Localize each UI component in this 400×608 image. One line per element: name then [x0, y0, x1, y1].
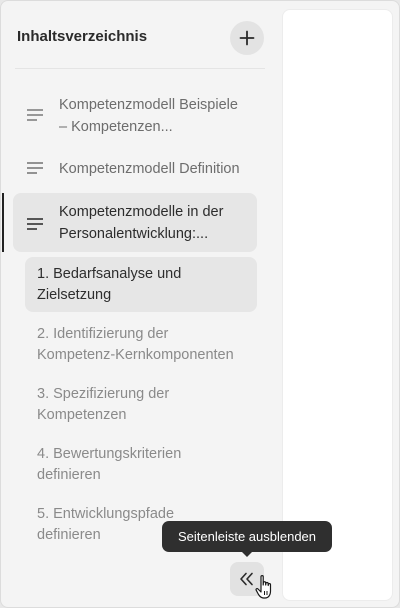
sub-item-label: Kompetenz-Kernkomponenten [37, 346, 234, 363]
tooltip-arrow [241, 551, 253, 557]
sub-item-label: definieren [37, 466, 101, 483]
content-panel [282, 9, 393, 601]
active-indicator [2, 193, 4, 252]
sub-item-identifizierung[interactable]: 2. Identifizierung der Kompetenz-Kernkom… [37, 324, 257, 365]
sub-item-label: 2. Identifizierung der [37, 326, 169, 342]
toc-item-label: Kompetenzmodell Definition [59, 161, 240, 177]
sub-item-label: Zielsetzung [37, 286, 112, 303]
header-divider [15, 68, 265, 69]
sub-item-label: 3. Spezifizierung der [37, 386, 170, 402]
tooltip-text: Seitenleiste ausblenden [177, 529, 317, 544]
sub-item-label: 4. Bewertungskriterien [37, 446, 182, 462]
toc-item-kompetenzmodelle-personalentwicklung[interactable]: Kompetenzmodelle in der Personalentwickl… [13, 193, 257, 252]
add-button[interactable] [230, 21, 264, 55]
toc-item-label: – Kompetenzen... [59, 119, 173, 135]
sub-item-label: 1. Bedarfsanalyse und [37, 266, 182, 282]
toc-item-label: Kompetenzmodelle in der [59, 204, 224, 220]
list-lines-icon [27, 218, 43, 230]
toc-item-label: Personalentwicklung:... [59, 226, 209, 242]
toc-item-kompetenzmodell-beispiele[interactable]: Kompetenzmodell Beispiele – Kompetenzen.… [25, 94, 257, 140]
toc-item-label: Kompetenzmodell Beispiele [59, 97, 238, 113]
hand-pointer-icon [255, 575, 272, 599]
sidebar-header: Inhaltsverzeichnis [1, 1, 281, 69]
list-lines-icon [27, 109, 43, 121]
plus-icon [239, 30, 255, 46]
double-chevron-left-icon [240, 572, 253, 586]
list-lines-icon [27, 162, 43, 174]
app-frame: Inhaltsverzeichnis Kompetenzmodell Beisp… [0, 0, 400, 608]
sub-item-bewertungskriterien[interactable]: 4. Bewertungskriterien definieren [37, 444, 257, 485]
page-title: Inhaltsverzeichnis [17, 28, 148, 45]
tooltip: Seitenleiste ausblenden [162, 521, 332, 552]
sub-item-label: Kompetenzen [37, 406, 127, 423]
sub-item-spezifizierung[interactable]: 3. Spezifizierung der Kompetenzen [37, 384, 257, 425]
toc-item-kompetenzmodell-definition[interactable]: Kompetenzmodell Definition [25, 158, 257, 182]
sub-item-bedarfsanalyse[interactable]: 1. Bedarfsanalyse und Zielsetzung [25, 257, 257, 312]
